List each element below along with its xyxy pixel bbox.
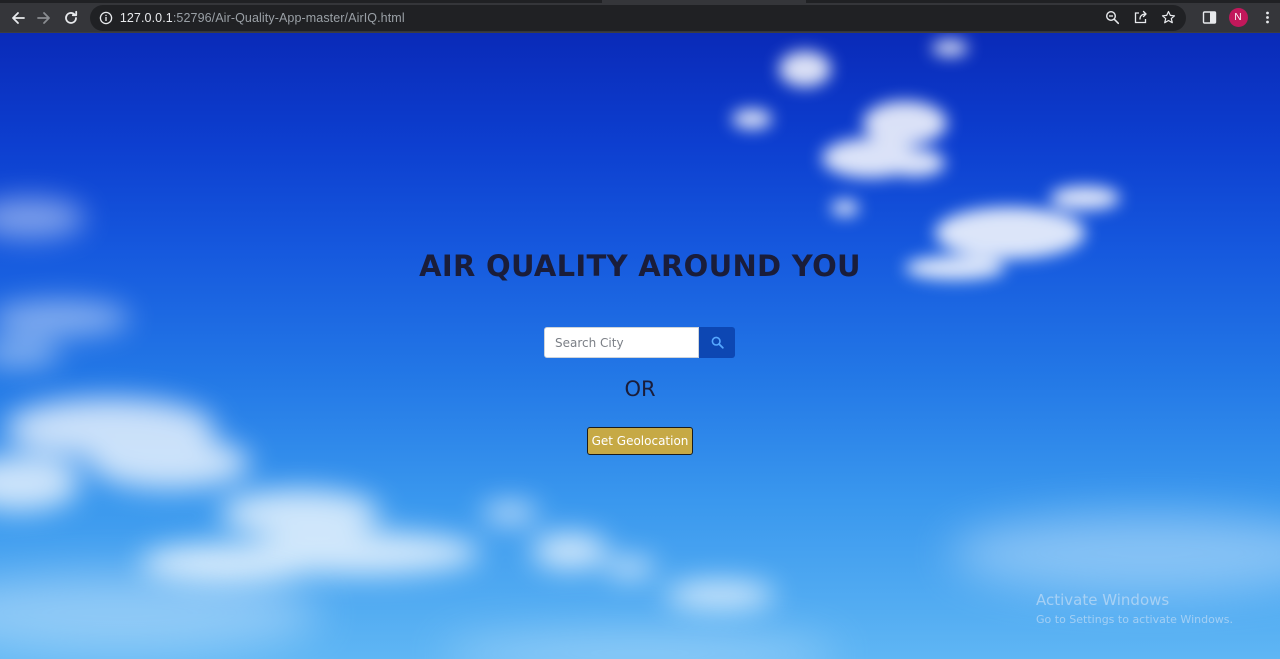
url-path: :52796/Air-Quality-App-master/AirIQ.html — [172, 10, 405, 25]
bookmark-button[interactable] — [1156, 6, 1180, 30]
reload-icon — [64, 10, 77, 24]
activate-windows-watermark: Activate Windows Go to Settings to activ… — [1036, 590, 1233, 628]
kebab-menu-icon — [1265, 11, 1269, 24]
share-button[interactable] — [1128, 6, 1152, 30]
browser-toolbar: 127.0.0.1:52796/Air-Quality-App-master/A… — [0, 3, 1280, 32]
back-button[interactable] — [5, 5, 31, 31]
toolbar-actions: N — [1196, 5, 1280, 31]
search-form — [544, 327, 735, 358]
address-bar[interactable]: 127.0.0.1:52796/Air-Quality-App-master/A… — [89, 4, 1187, 31]
info-icon[interactable] — [99, 11, 113, 25]
page-title: AIR QUALITY AROUND YOU — [419, 249, 861, 283]
search-button[interactable] — [699, 327, 735, 358]
zoom-button[interactable] — [1100, 6, 1124, 30]
url-host: 127.0.0.1 — [119, 10, 173, 25]
page-viewport: AIR QUALITY AROUND YOU OR Get Geolocatio… — [0, 33, 1280, 659]
reload-button[interactable] — [58, 5, 84, 31]
profile-button[interactable]: N — [1225, 5, 1251, 31]
menu-button[interactable] — [1254, 5, 1280, 31]
get-geolocation-button[interactable]: Get Geolocation — [587, 427, 693, 455]
star-icon — [1161, 10, 1175, 24]
watermark-title: Activate Windows — [1036, 591, 1170, 609]
or-separator: OR — [624, 377, 656, 401]
search-city-input[interactable] — [544, 327, 699, 358]
page-content: AIR QUALITY AROUND YOU OR Get Geolocatio… — [0, 33, 1280, 659]
side-panel-icon — [1202, 11, 1216, 24]
avatar: N — [1228, 8, 1248, 27]
browser-window: 127.0.0.1:52796/Air-Quality-App-master/A… — [0, 0, 1280, 659]
search-icon — [711, 336, 724, 349]
address-bar-actions — [1100, 5, 1180, 31]
arrow-right-icon — [37, 11, 50, 24]
zoom-icon — [1105, 10, 1119, 25]
arrow-left-icon — [12, 11, 25, 24]
side-panel-button[interactable] — [1196, 5, 1222, 31]
share-icon — [1134, 10, 1147, 24]
url-text[interactable]: 127.0.0.1:52796/Air-Quality-App-master/A… — [120, 11, 405, 25]
forward-button[interactable] — [31, 5, 57, 31]
watermark-subtitle: Go to Settings to activate Windows. — [1036, 613, 1234, 626]
